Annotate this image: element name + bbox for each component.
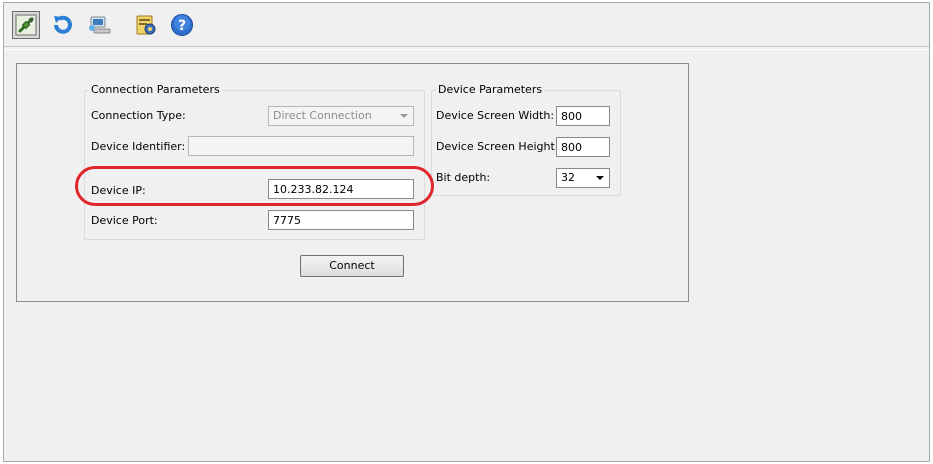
device-identifier-label: Device Identifier:: [91, 140, 186, 153]
help-icon: ?: [171, 14, 193, 36]
connection-type-select[interactable]: Direct Connection: [268, 106, 414, 126]
device-ip-highlight: [75, 166, 434, 206]
connection-parameters-title: Connection Parameters: [89, 83, 222, 96]
connection-type-label: Connection Type:: [91, 109, 186, 122]
refresh-button[interactable]: [48, 11, 76, 39]
chevron-down-icon: [400, 114, 408, 118]
toolbar-divider: [4, 49, 929, 50]
connection-type-value: Direct Connection: [273, 109, 372, 122]
screen-width-label: Device Screen Width:: [436, 109, 555, 122]
bit-depth-select[interactable]: 32: [556, 168, 610, 188]
screen-height-input[interactable]: [556, 137, 610, 157]
settings-button[interactable]: [132, 11, 160, 39]
connect-button[interactable]: Connect: [300, 255, 404, 277]
app-window: ? Connection Parameters Connection Type:…: [3, 2, 930, 462]
connect-plug-button[interactable]: [12, 11, 40, 39]
toolbar: ?: [4, 3, 929, 47]
device-icon: [89, 16, 111, 34]
screen-width-input[interactable]: [556, 106, 610, 126]
help-button[interactable]: ?: [168, 11, 196, 39]
device-button[interactable]: [86, 11, 114, 39]
device-identifier-input[interactable]: [188, 136, 414, 156]
screen-height-label: Device Screen Height:: [436, 140, 559, 153]
device-port-input[interactable]: [268, 210, 414, 230]
device-port-label: Device Port:: [91, 214, 158, 227]
settings-icon: [136, 15, 156, 35]
svg-text:?: ?: [178, 18, 186, 34]
bit-depth-value: 32: [561, 171, 575, 184]
refresh-icon: [54, 15, 72, 34]
bit-depth-label: Bit depth:: [436, 171, 491, 184]
connect-plug-icon: [15, 14, 37, 36]
chevron-down-icon: [596, 176, 604, 180]
device-parameters-title: Device Parameters: [436, 83, 545, 96]
